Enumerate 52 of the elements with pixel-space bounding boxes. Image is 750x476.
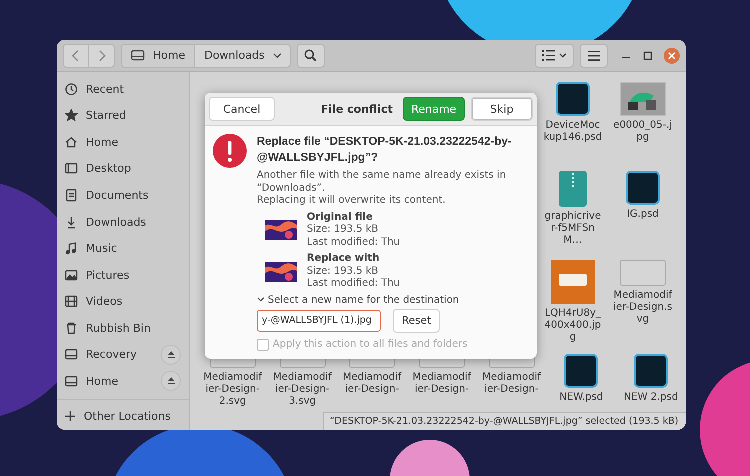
file-label: Replace with — [307, 253, 381, 266]
file-name: IG.psd — [626, 209, 660, 221]
file-size: Size: 193.5 kB — [307, 224, 380, 236]
file-name: NEW 2.psd — [623, 392, 680, 404]
file-name: DeviceMockup146.psd — [543, 120, 603, 144]
dialog-button[interactable]: Cancel — [209, 97, 275, 121]
rename-expander[interactable]: Select a new name for the destination — [257, 294, 460, 306]
sidebar-item[interactable]: Home — [57, 129, 189, 156]
file-modified: Last modified: Thu — [307, 278, 400, 290]
file-size: Size: 193.5 kB — [307, 266, 380, 278]
file-item[interactable]: graphicriver-f5MFSnM… — [538, 171, 608, 260]
sidebar-item[interactable]: Downloads — [57, 208, 189, 236]
file-name: e0000_05-.jpg — [613, 120, 673, 144]
sidebar-item[interactable]: Recent — [57, 76, 189, 103]
status-bar: “DESKTOP-5K-21.03.23222542-by-@WALLSBYJFL.jpg” selected (193.5 kB) — [323, 412, 686, 430]
dialog-heading: Replace file “DESKTOP-5K-21.03.23222542-by-@WALLSBYJFL.jpg”? — [257, 135, 513, 166]
file-item[interactable]: LQH4rU8y_400x400.jpg — [538, 260, 608, 349]
path-button[interactable]: Home — [121, 44, 196, 68]
file-item[interactable]: NEW.psd — [546, 354, 616, 408]
sidebar-item[interactable]: Home — [57, 368, 189, 395]
sidebar-item[interactable]: Rubbish Bin — [57, 314, 189, 342]
file-name: Mediamodifier-Design.svg — [613, 290, 673, 326]
sidebar-item[interactable]: Starred — [57, 102, 189, 130]
new-name-field[interactable]: y-@WALLSBYJFL (1).jpg — [257, 310, 381, 332]
file-item[interactable]: e0000_05-.jpg — [608, 82, 678, 171]
file-item[interactable]: DeviceMockup146.psd — [538, 82, 608, 171]
sidebar-item[interactable]: Videos — [57, 288, 189, 315]
dialog-button[interactable]: Skip — [471, 97, 533, 121]
file-name: Mediamodifier-Design- — [412, 372, 472, 396]
sidebar-item[interactable]: Recovery — [57, 341, 189, 368]
file-name: LQH4rU8y_400x400.jpg — [544, 308, 602, 344]
file-name: NEW.psd — [558, 392, 604, 404]
file-name: Mediamodifier-Design-2.svg — [202, 372, 263, 408]
path-button[interactable]: Downloads — [195, 44, 291, 68]
file-name: Mediamodifier-Design-3.svg — [272, 372, 333, 408]
dialog-message: Replacing it will overwrite its content. — [257, 195, 447, 208]
file-item[interactable]: Mediamodifier-Design.svg — [608, 260, 678, 349]
file-item[interactable]: NEW 2.psd — [616, 354, 686, 408]
file-label: Original file — [307, 212, 374, 224]
file-item[interactable]: IG.psd — [608, 171, 678, 260]
dialog-message: Another file with the same name already exists in “Downloads”. — [257, 170, 508, 195]
file-name: Mediamodifier-Design- — [482, 372, 542, 396]
sidebar-item[interactable]: Desktop — [57, 156, 189, 182]
reset-button[interactable]: Reset — [393, 308, 440, 332]
file-name: Mediamodifier-Design- — [342, 372, 402, 396]
other-locations-item[interactable]: Other Locations — [57, 404, 189, 430]
file-modified: Last modified: Thu — [307, 236, 400, 249]
sidebar-item[interactable]: Documents — [57, 182, 189, 209]
file-name: graphicriver-f5MFSnM… — [544, 211, 602, 247]
dialog-title: File conflict — [320, 102, 394, 116]
sidebar-item[interactable]: Pictures — [57, 262, 189, 288]
sidebar-item[interactable]: Music — [57, 235, 189, 262]
